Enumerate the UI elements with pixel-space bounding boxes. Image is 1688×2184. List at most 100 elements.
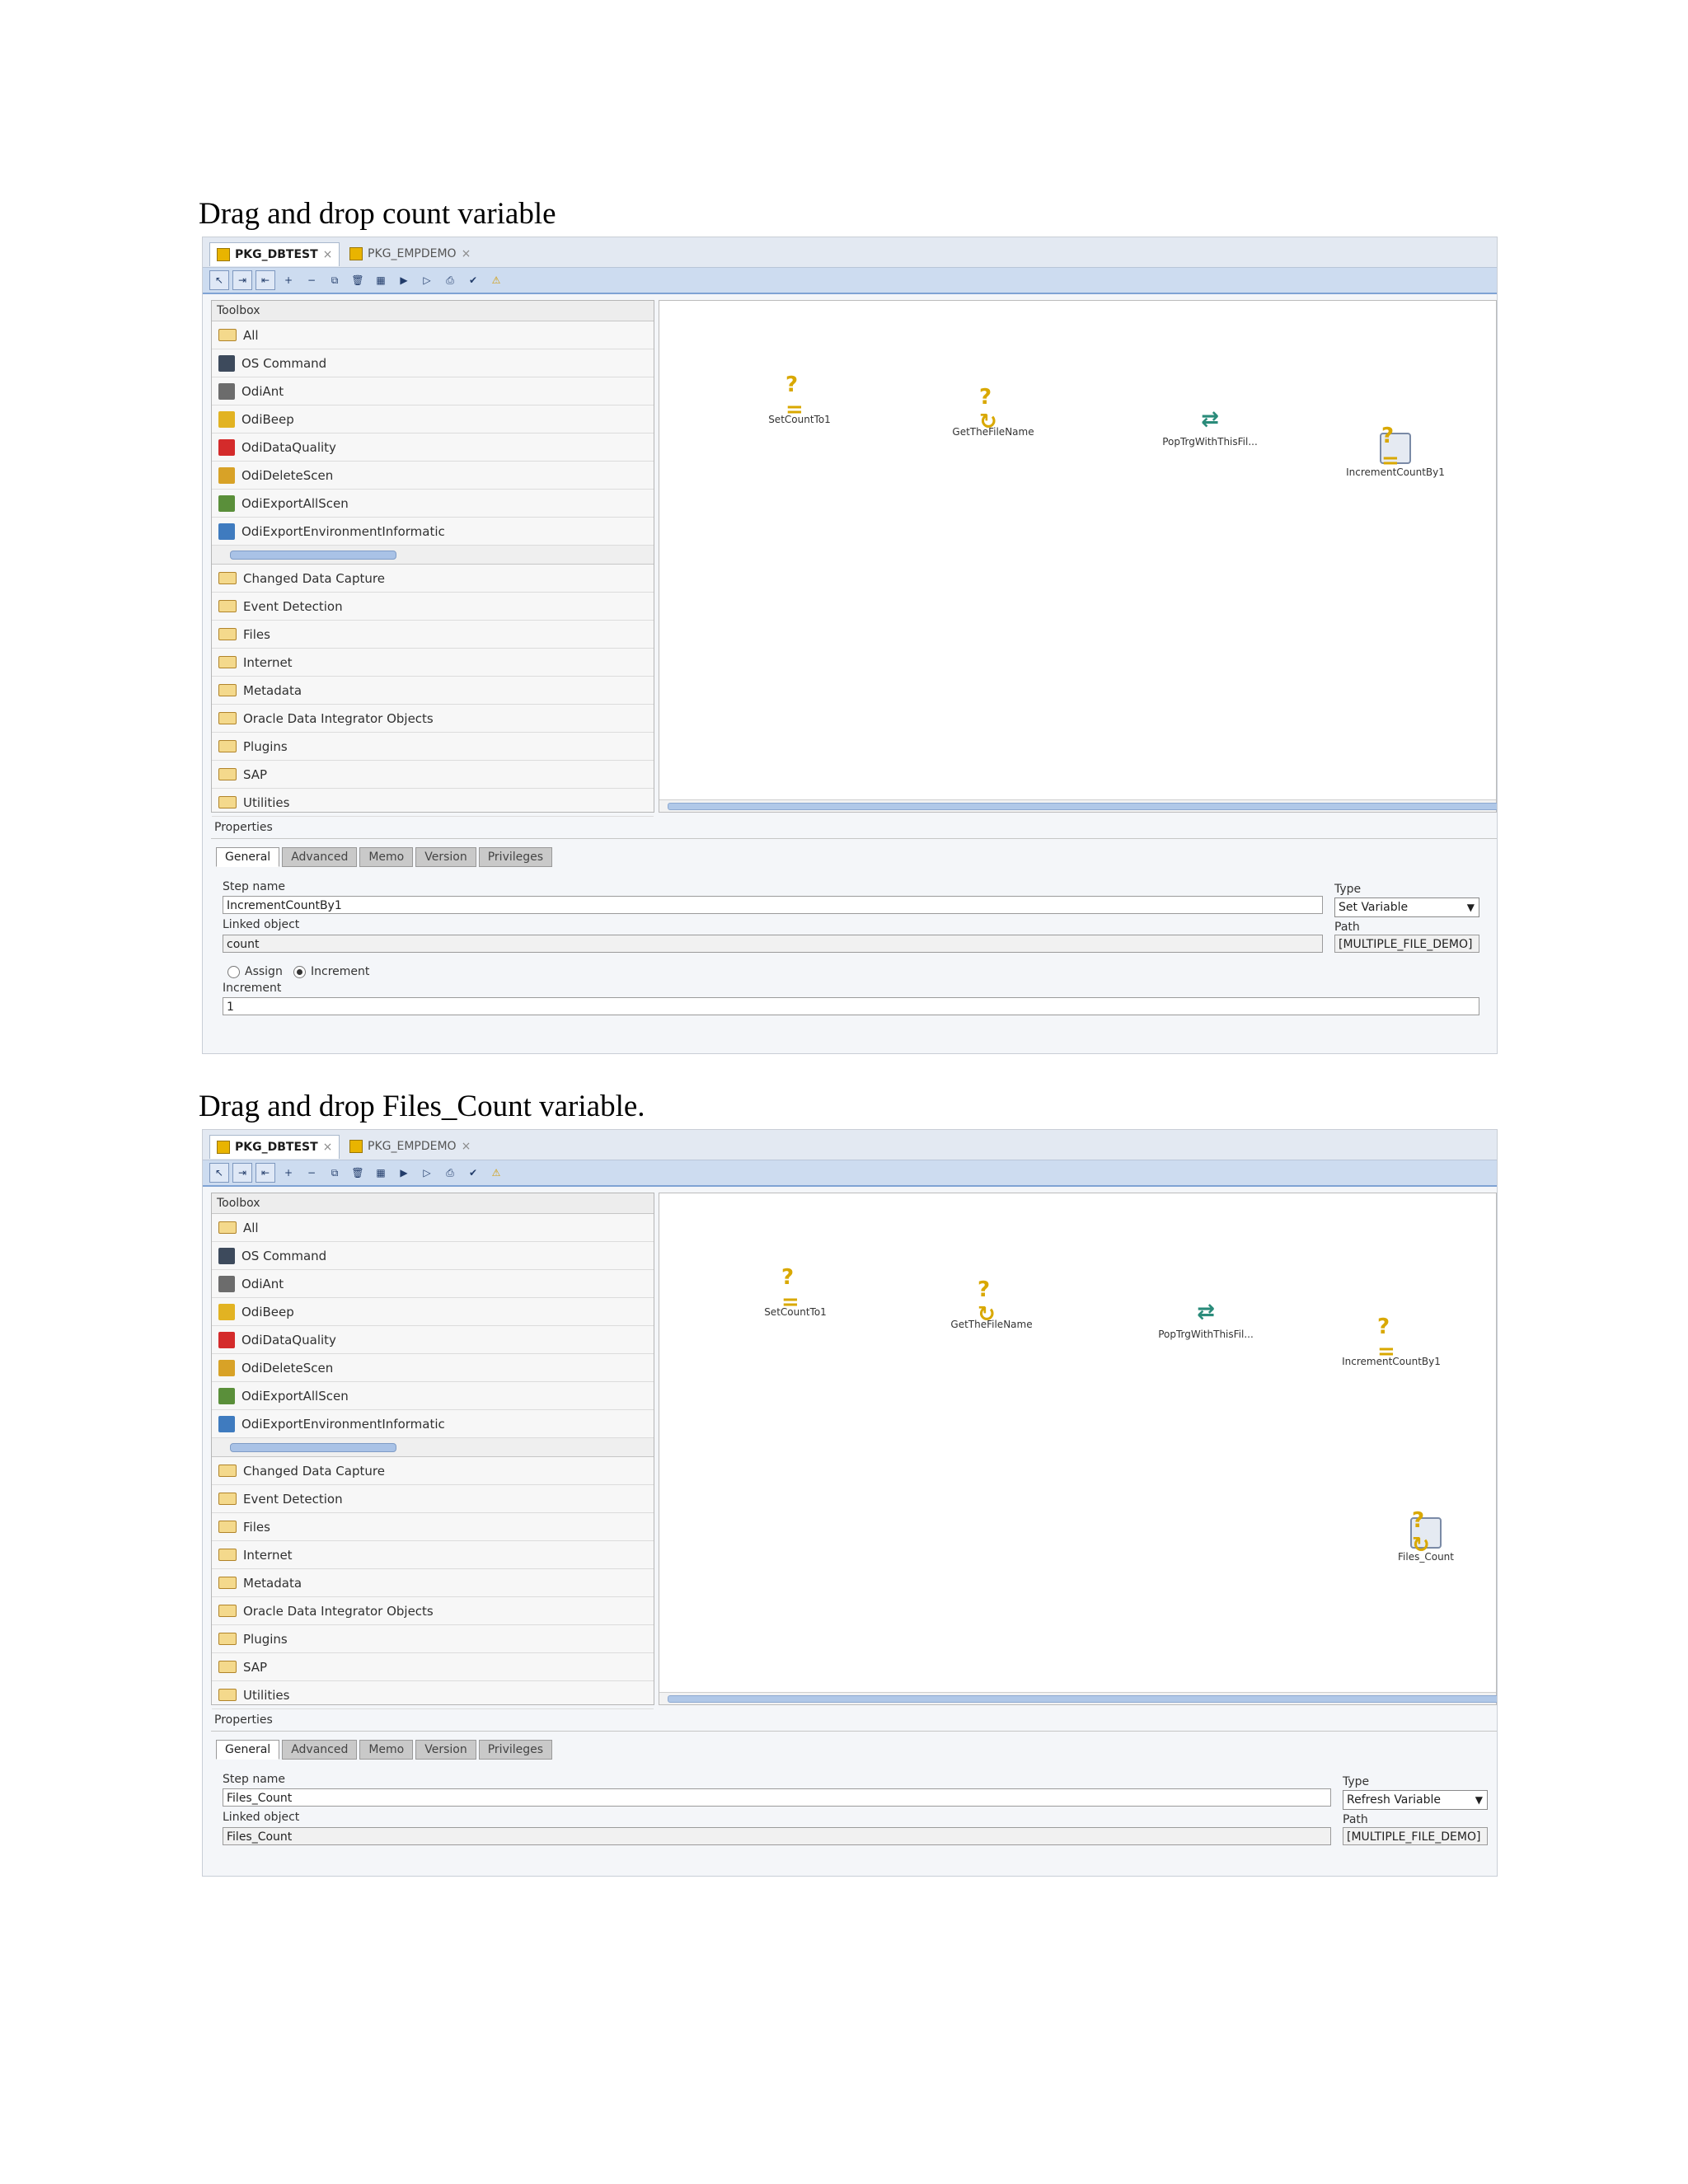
folder-odi-objects[interactable]: Oracle Data Integrator Objects [212, 705, 654, 733]
scrollbar-thumb[interactable] [230, 551, 396, 560]
scrollbar-thumb[interactable] [230, 1443, 396, 1452]
tool-odiexportallscen[interactable]: OdiExportAllScen [212, 1382, 654, 1410]
tool-odibeep[interactable]: OdiBeep [212, 405, 654, 434]
tool-odideletescen[interactable]: OdiDeleteScen [212, 462, 654, 490]
tab-advanced[interactable]: Advanced [282, 1740, 358, 1760]
increment-field[interactable]: 1 [223, 997, 1479, 1015]
tab-privileges[interactable]: Privileges [478, 847, 553, 867]
duplicate-icon[interactable]: ⧉ [325, 1163, 345, 1183]
tab-pkg-empdemo[interactable]: PKG_EMPDEMO × [343, 1135, 477, 1158]
layout-icon[interactable]: ▦ [371, 270, 391, 290]
folder-plugins[interactable]: Plugins [212, 1625, 654, 1653]
tab-memo[interactable]: Memo [359, 847, 414, 867]
path-field[interactable]: [MULTIPLE_FILE_DEMO] [1334, 935, 1479, 953]
scrollbar-thumb[interactable] [668, 803, 1497, 810]
duplicate-icon[interactable]: ⧉ [325, 270, 345, 290]
close-icon[interactable]: × [323, 248, 333, 261]
tool-odiexportallscen[interactable]: OdiExportAllScen [212, 490, 654, 518]
tool-os-command[interactable]: OS Command [212, 1242, 654, 1270]
zoom-out-icon[interactable]: − [302, 270, 321, 290]
folder-utilities[interactable]: Utilities [212, 789, 654, 817]
tab-general[interactable]: General [216, 1740, 280, 1760]
toolbox-folder-all[interactable]: All [212, 1214, 654, 1242]
print-icon[interactable]: ⎙ [440, 1163, 460, 1183]
tab-advanced[interactable]: Advanced [282, 847, 358, 867]
toolbox-horizontal-scrollbar[interactable] [212, 546, 654, 565]
validate-icon[interactable]: ✔ [463, 270, 483, 290]
tool-odidataquality[interactable]: OdiDataQuality [212, 1326, 654, 1354]
folder-metadata[interactable]: Metadata [212, 677, 654, 705]
print-icon[interactable]: ⎙ [440, 270, 460, 290]
folder-changed-data-capture[interactable]: Changed Data Capture [212, 1457, 654, 1485]
package-diagram-canvas[interactable]: ?= SetCountTo1 ?↻ GetTheFileName ⇄ PopTrgWi… [659, 1193, 1497, 1705]
tab-pkg-dbtest[interactable]: PKG_DBTEST × [209, 1135, 340, 1159]
tab-privileges[interactable]: Privileges [478, 1740, 553, 1760]
select-tool-icon[interactable]: ↖ [209, 270, 229, 290]
step-node[interactable]: ?= IncrementCountBy1 [1301, 1315, 1482, 1367]
tab-pkg-dbtest[interactable]: PKG_DBTEST × [209, 242, 340, 266]
select-tool-icon[interactable]: ↖ [209, 1163, 229, 1183]
first-step-icon[interactable]: ▶ [394, 270, 414, 290]
canvas-horizontal-scrollbar[interactable] [659, 799, 1497, 812]
linked-object-field[interactable]: Files_Count [223, 1827, 1331, 1845]
tool-odideletescen[interactable]: OdiDeleteScen [212, 1354, 654, 1382]
close-icon[interactable]: × [462, 1140, 471, 1153]
step-name-field[interactable]: IncrementCountBy1 [223, 896, 1323, 914]
folder-metadata[interactable]: Metadata [212, 1569, 654, 1597]
next-step-icon[interactable]: ▷ [417, 1163, 437, 1183]
tool-odibeep[interactable]: OdiBeep [212, 1298, 654, 1326]
folder-event-detection[interactable]: Event Detection [212, 1485, 654, 1513]
validate-icon[interactable]: ✔ [463, 1163, 483, 1183]
tab-version[interactable]: Version [415, 847, 476, 867]
delete-icon[interactable]: 🗑 [348, 270, 368, 290]
folder-event-detection[interactable]: Event Detection [212, 593, 654, 621]
step-node[interactable]: ⇄ PopTrgWithThisFil... [1115, 1298, 1296, 1340]
toolbox-folder-all[interactable]: All [212, 321, 654, 349]
folder-sap[interactable]: SAP [212, 761, 654, 789]
close-icon[interactable]: × [323, 1141, 333, 1154]
folder-plugins[interactable]: Plugins [212, 733, 654, 761]
type-select[interactable]: Set Variable ▼ [1334, 898, 1479, 917]
ko-link-tool-icon[interactable]: ⇤ [256, 270, 275, 290]
folder-files[interactable]: Files [212, 1513, 654, 1541]
toolbox-horizontal-scrollbar[interactable] [212, 1438, 654, 1457]
delete-icon[interactable]: 🗑 [348, 1163, 368, 1183]
type-select[interactable]: Refresh Variable ▼ [1343, 1790, 1488, 1810]
assign-radio[interactable]: Assign [227, 965, 283, 978]
tool-odiant[interactable]: OdiAnt [212, 377, 654, 405]
warning-icon[interactable]: ⚠ [486, 270, 506, 290]
folder-internet[interactable]: Internet [212, 649, 654, 677]
warning-icon[interactable]: ⚠ [486, 1163, 506, 1183]
scrollbar-thumb[interactable] [668, 1695, 1497, 1703]
tool-os-command[interactable]: OS Command [212, 349, 654, 377]
step-node[interactable]: ?↻ Files_Count [1335, 1508, 1497, 1563]
tab-memo[interactable]: Memo [359, 1740, 414, 1760]
tab-version[interactable]: Version [415, 1740, 476, 1760]
step-node[interactable]: ?= IncrementCountBy1 [1305, 424, 1486, 478]
package-diagram-canvas[interactable]: ?= SetCountTo1 ?↻ GetTheFileName ⇄ PopTrgWi… [659, 300, 1497, 813]
tab-pkg-empdemo[interactable]: PKG_EMPDEMO × [343, 242, 477, 265]
canvas-horizontal-scrollbar[interactable] [659, 1692, 1497, 1704]
zoom-in-icon[interactable]: + [279, 270, 298, 290]
ok-link-tool-icon[interactable]: ⇥ [232, 1163, 252, 1183]
folder-sap[interactable]: SAP [212, 1653, 654, 1681]
folder-changed-data-capture[interactable]: Changed Data Capture [212, 565, 654, 593]
step-name-field[interactable]: Files_Count [223, 1788, 1331, 1807]
folder-files[interactable]: Files [212, 621, 654, 649]
step-node[interactable]: ?= SetCountTo1 [709, 373, 890, 425]
step-node[interactable]: ?↻ GetTheFileName [901, 1277, 1082, 1330]
step-node[interactable]: ?↻ GetTheFileName [903, 385, 1084, 438]
linked-object-field[interactable]: count [223, 935, 1323, 953]
increment-radio[interactable]: Increment [293, 965, 369, 978]
next-step-icon[interactable]: ▷ [417, 270, 437, 290]
ok-link-tool-icon[interactable]: ⇥ [232, 270, 252, 290]
first-step-icon[interactable]: ▶ [394, 1163, 414, 1183]
ko-link-tool-icon[interactable]: ⇤ [256, 1163, 275, 1183]
tool-odidataquality[interactable]: OdiDataQuality [212, 434, 654, 462]
zoom-out-icon[interactable]: − [302, 1163, 321, 1183]
close-icon[interactable]: × [462, 247, 471, 260]
folder-utilities[interactable]: Utilities [212, 1681, 654, 1709]
zoom-in-icon[interactable]: + [279, 1163, 298, 1183]
layout-icon[interactable]: ▦ [371, 1163, 391, 1183]
step-node[interactable]: ⇄ PopTrgWithThisFil... [1119, 405, 1301, 448]
